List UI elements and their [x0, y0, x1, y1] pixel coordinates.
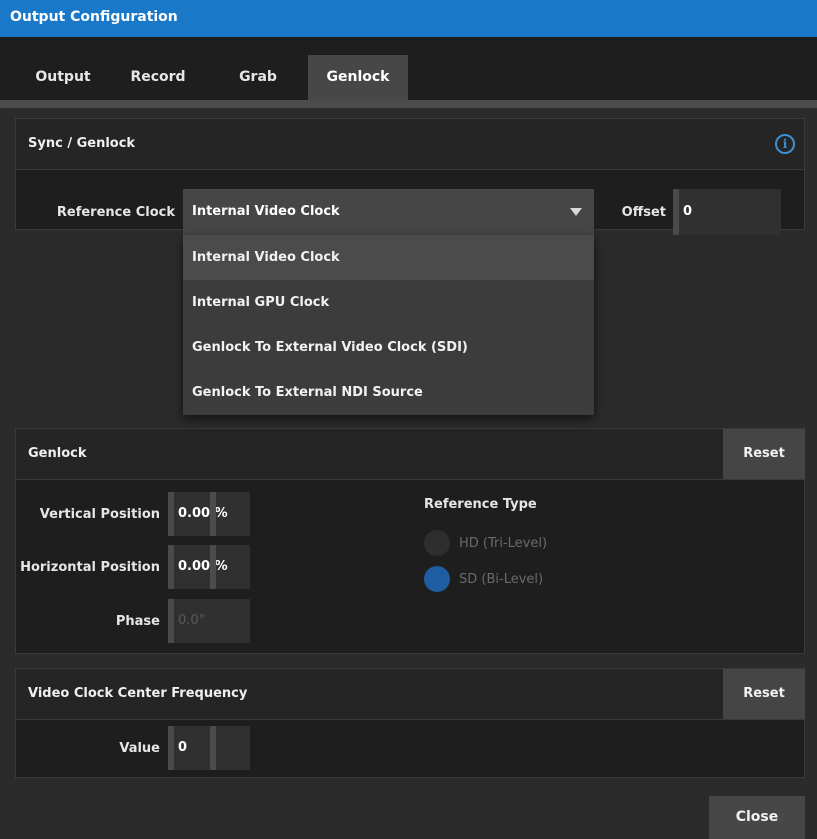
tab-record[interactable]: Record — [108, 55, 208, 100]
reference-clock-select[interactable]: Internal Video Clock — [183, 189, 594, 235]
value-label: Value — [119, 741, 160, 756]
phase-label: Phase — [115, 614, 160, 629]
tab-divider — [0, 100, 817, 108]
vccf-panel: Video Clock Center Frequency Reset — [15, 668, 805, 778]
horizontal-position-field[interactable]: 0.00 % — [168, 545, 250, 589]
genlock-header: Genlock Reset — [16, 429, 805, 480]
radio-sd-label: SD (Bi-Level) — [459, 572, 544, 587]
frequency-slider-handle[interactable] — [210, 726, 216, 770]
tab-output[interactable]: Output — [18, 55, 108, 100]
close-button[interactable]: Close — [709, 796, 805, 839]
chevron-down-icon — [570, 208, 582, 216]
frequency-value-field[interactable]: 0 — [168, 726, 250, 770]
vccf-reset-button[interactable]: Reset — [723, 669, 805, 719]
frequency-value: 0 — [178, 740, 188, 755]
vccf-header: Video Clock Center Frequency Reset — [16, 669, 805, 720]
horizontal-slider-handle[interactable] — [210, 545, 216, 589]
vertical-slider-handle[interactable] — [210, 492, 216, 536]
phase-field: 0.0° — [168, 599, 250, 643]
vertical-position-label: Vertical Position — [39, 507, 160, 522]
sync-genlock-header: Sync / Genlock i — [16, 119, 804, 170]
tab-grab[interactable]: Grab — [208, 55, 308, 100]
reference-clock-label: Reference Clock — [56, 205, 175, 220]
vccf-title: Video Clock Center Frequency — [28, 686, 248, 701]
offset-field[interactable]: 0 — [673, 189, 781, 235]
vertical-position-field[interactable]: 0.00 % — [168, 492, 250, 536]
genlock-reset-button[interactable]: Reset — [723, 429, 805, 479]
horizontal-position-label: Horizontal Position — [20, 560, 160, 575]
option-internal-video-clock[interactable]: Internal Video Clock — [183, 235, 594, 280]
reference-clock-dropdown: Internal Video Clock Internal GPU Clock … — [183, 235, 594, 415]
option-internal-gpu-clock[interactable]: Internal GPU Clock — [183, 280, 594, 325]
option-genlock-ndi[interactable]: Genlock To External NDI Source — [183, 370, 594, 415]
horizontal-position-value: 0.00 % — [178, 559, 228, 574]
option-genlock-sdi[interactable]: Genlock To External Video Clock (SDI) — [183, 325, 594, 370]
radio-hd-tri-level — [424, 530, 450, 556]
sync-genlock-title: Sync / Genlock — [28, 136, 136, 151]
radio-sd-bi-level — [424, 566, 450, 592]
offset-value: 0 — [683, 204, 693, 219]
phase-value: 0.0° — [178, 613, 206, 628]
radio-hd-label: HD (Tri-Level) — [459, 536, 548, 551]
reference-type-label: Reference Type — [424, 497, 537, 512]
tab-genlock[interactable]: Genlock — [308, 55, 408, 100]
window-title: Output Configuration — [10, 9, 178, 25]
genlock-title: Genlock — [28, 446, 87, 461]
info-icon[interactable]: i — [775, 134, 795, 154]
reference-clock-value: Internal Video Clock — [192, 204, 340, 219]
offset-label: Offset — [621, 205, 666, 220]
vertical-position-value: 0.00 % — [178, 506, 228, 521]
